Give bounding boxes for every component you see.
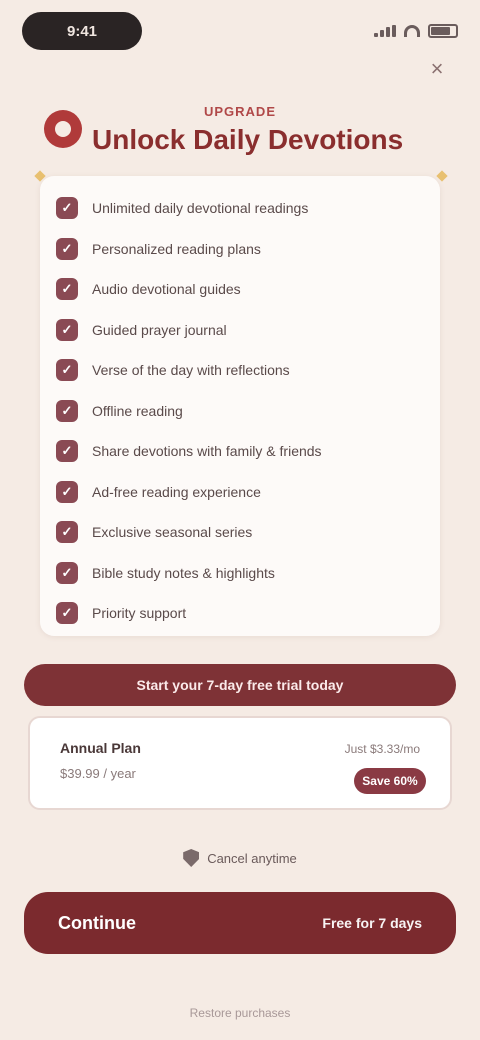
trial-banner: Start your 7-day free trial today: [24, 664, 456, 706]
status-bar: 9:41: [22, 12, 458, 52]
plan-name: Annual Plan: [60, 740, 141, 756]
continue-label: Continue: [58, 912, 136, 933]
checkmark-icon: ✓: [56, 359, 78, 382]
feature-item: ✓ Audio devotional guides: [56, 269, 424, 310]
plan-option[interactable]: Annual Plan $39.99 / year Just $3.33/mo …: [28, 716, 452, 810]
checkmark-icon: ✓: [56, 197, 78, 220]
restore-purchases-link[interactable]: Restore purchases: [0, 1006, 480, 1020]
feature-item: ✓ Unlimited daily devotional readings: [56, 188, 424, 229]
continue-button[interactable]: Continue Free for 7 days: [24, 892, 456, 954]
plan-monthly-price: Just $3.33/mo: [344, 742, 420, 756]
battery-icon: [428, 24, 458, 38]
feature-text: Exclusive seasonal series: [92, 524, 253, 541]
trust-text: Cancel anytime: [207, 850, 297, 866]
status-time: 9:41: [22, 12, 142, 50]
feature-text: Audio devotional guides: [92, 281, 241, 298]
feature-text: Share devotions with family & friends: [92, 443, 322, 460]
feature-text: Offline reading: [92, 402, 183, 419]
close-icon[interactable]: ×: [426, 58, 448, 80]
feature-item: ✓ Ad-free reading experience: [56, 472, 424, 513]
checkmark-icon: ✓: [56, 399, 78, 422]
checkmark-icon: ✓: [56, 602, 78, 625]
feature-item: ✓ Priority support: [56, 593, 424, 634]
signal-icon: [374, 25, 396, 37]
checkmark-icon: ✓: [56, 318, 78, 341]
plan-price: $39.99 / year: [60, 766, 136, 781]
checkmark-icon: ✓: [56, 237, 78, 260]
feature-item: ✓ Bible study notes & highlights: [56, 553, 424, 594]
feature-text: Personalized reading plans: [92, 240, 261, 257]
feature-item: ✓ Personalized reading plans: [56, 229, 424, 270]
trust-note: Cancel anytime: [0, 846, 480, 870]
feature-item: ✓ Verse of the day with reflections: [56, 350, 424, 391]
feature-text: Guided prayer journal: [92, 321, 227, 338]
feature-item: ✓ Offline reading: [56, 391, 424, 432]
feature-text: Priority support: [92, 605, 187, 622]
feature-item: ✓ Exclusive seasonal series: [56, 512, 424, 553]
feature-item: ✓ Guided prayer journal: [56, 310, 424, 351]
feature-text: Unlimited daily devotional readings: [92, 200, 309, 217]
checkmark-icon: ✓: [56, 278, 78, 301]
shield-icon: [183, 849, 200, 867]
checkmark-icon: ✓: [56, 561, 78, 584]
checkmark-icon: ✓: [56, 440, 78, 463]
savings-badge: Save 60%: [354, 768, 426, 794]
checkmark-icon: ✓: [56, 521, 78, 544]
paywall-header: UPGRADE Unlock Daily Devotions: [40, 96, 440, 166]
page-title: Unlock Daily Devotions: [92, 124, 404, 155]
feature-text: Bible study notes & highlights: [92, 564, 275, 581]
feature-text: Verse of the day with reflections: [92, 362, 290, 379]
feature-list: ✓ Unlimited daily devotional readings ✓ Per…: [40, 176, 440, 646]
features-card: ✓ Unlimited daily devotional readings ✓ Per…: [40, 176, 440, 636]
checkmark-icon: ✓: [56, 480, 78, 503]
header-kicker: UPGRADE: [203, 104, 276, 119]
cta-subtext: Free for 7 days: [322, 915, 422, 931]
status-icons: [374, 24, 458, 38]
feature-item: ✓ Share devotions with family & friends: [56, 431, 424, 472]
feature-text: Ad-free reading experience: [92, 483, 261, 500]
wifi-icon: [404, 25, 420, 37]
